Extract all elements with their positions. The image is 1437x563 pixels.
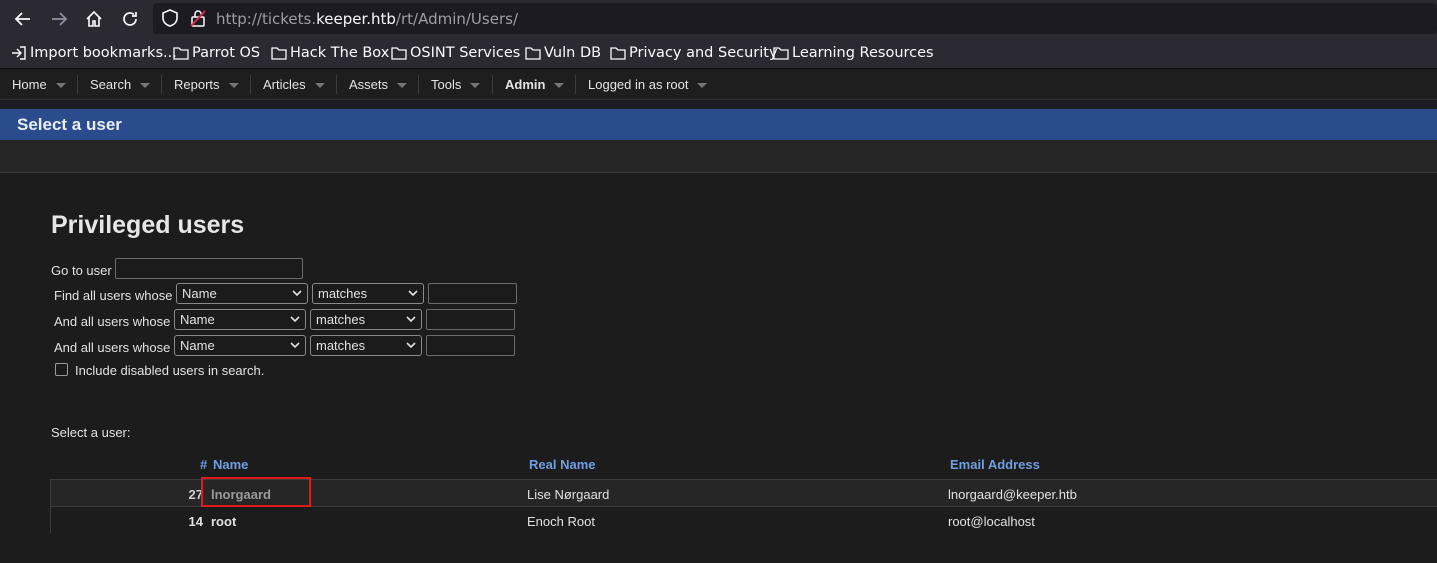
menu-divider [418,75,419,94]
shield-icon[interactable] [161,9,179,27]
operator-select[interactable]: matches [310,309,422,330]
menu-divider [77,75,78,94]
chevron-down-icon [292,290,302,297]
menu-divider [336,75,337,94]
browser-toolbar: http://tickets.keeper.htb/rt/Admin/Users… [0,0,1437,37]
users-table: 27 lnorgaard Lise Nørgaard lnorgaard@kee… [50,477,1437,533]
bookmark-folder[interactable]: Parrot OS [173,44,260,62]
column-header-email[interactable]: Email Address [950,457,1040,472]
user-email: root@localhost [948,514,1035,529]
folder-icon [391,47,407,60]
menu-divider [161,75,162,94]
page-menu-bar [0,140,1437,173]
chevron-down-icon [290,316,300,323]
table-row[interactable]: 14 root Enoch Root root@localhost [51,507,1437,533]
bookmark-folder[interactable]: Vuln DB [525,44,601,62]
menu-articles[interactable]: Articles [263,69,325,100]
chevron-down-icon [408,290,418,297]
operator-select[interactable]: matches [312,283,424,304]
include-disabled-checkbox[interactable] [55,363,68,376]
chevron-down-icon [397,83,408,88]
user-name-link[interactable]: root [211,514,236,529]
folder-icon [173,47,189,60]
folder-icon [773,47,789,60]
value-input[interactable] [428,283,517,304]
forward-icon[interactable] [47,7,71,31]
bookmark-folder[interactable]: Hack The Box [271,44,389,62]
chevron-down-icon [140,83,151,88]
url-field[interactable]: http://tickets.keeper.htb/rt/Admin/Users… [153,3,1437,34]
user-real-name: Lise Nørgaard [527,487,610,502]
user-email: lnorgaard@keeper.htb [948,487,1077,502]
top-menu: Home Search Reports Articles Assets Tool… [0,69,1437,100]
table-row[interactable]: 27 lnorgaard Lise Nørgaard lnorgaard@kee… [51,477,1437,507]
chevron-down-icon [697,83,708,88]
field-select[interactable]: Name [174,335,306,356]
find-label: And all users whose [54,314,171,329]
bookmark-import[interactable]: Import bookmarks... [11,44,177,62]
main-content: Privileged users Go to user Find all use… [0,174,1437,563]
menu-reports[interactable]: Reports [174,69,239,100]
bookmark-folder[interactable]: OSINT Services [391,44,520,62]
find-label: And all users whose [54,340,171,355]
find-label: Find all users whose [54,288,173,303]
reload-icon[interactable] [118,7,142,31]
import-icon [12,46,26,60]
goto-user-input[interactable] [115,258,303,279]
menu-logged-in[interactable]: Logged in as root [588,69,708,100]
column-header-id[interactable]: # [200,457,207,472]
user-id[interactable]: 27 [173,487,203,502]
menu-search[interactable]: Search [90,69,151,100]
field-select[interactable]: Name [174,309,306,330]
chevron-down-icon [554,83,565,88]
menu-home[interactable]: Home [12,69,66,100]
url-text: http://tickets.keeper.htb/rt/Admin/Users… [216,10,518,28]
chevron-down-icon [406,342,416,349]
bookmark-folder[interactable]: Privacy and Security [610,44,778,62]
menu-assets[interactable]: Assets [349,69,408,100]
chevron-down-icon [290,342,300,349]
back-icon[interactable] [11,7,35,31]
operator-select[interactable]: matches [310,335,422,356]
column-header-real-name[interactable]: Real Name [529,457,595,472]
folder-icon [525,47,541,60]
bookmarks-bar: Import bookmarks... Parrot OS Hack The B… [0,37,1437,69]
chevron-down-icon [470,83,481,88]
menu-divider [492,75,493,94]
bookmark-folder[interactable]: Learning Resources [773,44,934,62]
section-heading: Privileged users [51,211,245,239]
user-id[interactable]: 14 [173,514,203,529]
menu-admin[interactable]: Admin [505,69,565,100]
goto-user-label: Go to user [51,263,112,278]
field-select[interactable]: Name [176,283,308,304]
value-input[interactable] [426,309,515,330]
chevron-down-icon [406,316,416,323]
include-disabled-label: Include disabled users in search. [75,363,265,378]
chevron-down-icon [55,83,66,88]
column-header-name[interactable]: Name [213,457,248,472]
chevron-down-icon [314,83,325,88]
value-input[interactable] [426,335,515,356]
chevron-down-icon [228,83,239,88]
folder-icon [610,47,626,60]
menu-tools[interactable]: Tools [431,69,481,100]
insecure-lock-icon[interactable] [189,9,207,27]
page-title-bar: Select a user [0,109,1437,140]
home-icon[interactable] [82,7,106,31]
select-user-label: Select a user: [51,425,131,440]
highlight-box [201,477,311,507]
folder-icon [271,47,287,60]
menu-divider [575,75,576,94]
menu-divider [250,75,251,94]
page-title: Select a user [17,115,122,134]
user-real-name: Enoch Root [527,514,595,529]
